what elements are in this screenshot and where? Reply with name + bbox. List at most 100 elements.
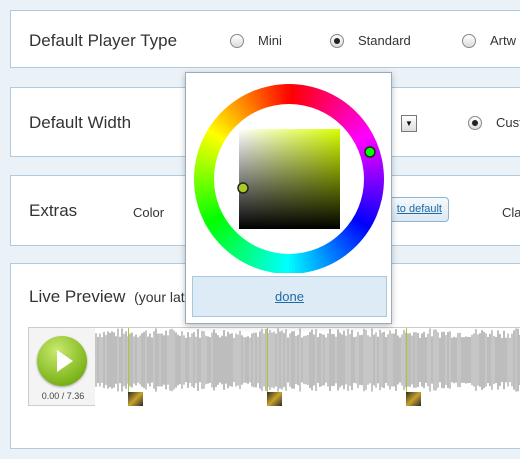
waveform-bar xyxy=(339,332,341,388)
waveform-bar xyxy=(197,329,199,391)
comment-avatar-icon[interactable] xyxy=(406,392,421,406)
player-type-title: Default Player Type xyxy=(29,31,178,50)
waveform-bar xyxy=(453,336,455,384)
comment-avatar-icon[interactable] xyxy=(128,392,143,406)
waveform-graphic xyxy=(95,328,520,392)
color-wheel[interactable] xyxy=(186,73,393,273)
waveform-bar xyxy=(227,331,229,389)
waveform-bar xyxy=(137,337,139,383)
play-button[interactable] xyxy=(37,336,87,386)
waveform-bar xyxy=(295,335,297,385)
waveform-bar xyxy=(133,336,135,384)
waveform-bar xyxy=(287,337,289,383)
width-select-dropdown[interactable]: ▼ xyxy=(401,115,417,132)
waveform-bar xyxy=(357,332,359,388)
waveform-bar xyxy=(225,336,227,384)
waveform-bar xyxy=(369,336,371,384)
width-custom-option[interactable]: Cust xyxy=(468,115,520,130)
waveform-bar xyxy=(305,335,307,385)
player-type-panel: Default Player Type Mini Standard Artw xyxy=(10,10,520,68)
player-type-standard-option[interactable]: Standard xyxy=(330,33,411,48)
waveform-bar xyxy=(191,333,193,387)
waveform-bar xyxy=(455,337,457,383)
waveform-bar xyxy=(289,333,291,387)
radio-mini[interactable] xyxy=(230,33,244,48)
waveform-bar xyxy=(293,331,295,389)
waveform-bar xyxy=(495,336,497,384)
waveform-bar xyxy=(205,335,207,385)
waveform-bar xyxy=(471,334,473,386)
reset-default-button[interactable]: to default xyxy=(389,197,449,222)
waveform-bar xyxy=(195,336,197,384)
waveform-bar xyxy=(439,337,441,383)
waveform-bar xyxy=(505,337,507,383)
comment-avatar-icon[interactable] xyxy=(267,392,282,406)
width-custom-label: Cust xyxy=(496,115,520,130)
radio-custom[interactable] xyxy=(468,115,482,130)
comment-marker-line xyxy=(406,328,407,392)
waveform-bar xyxy=(485,333,487,387)
player-type-artwork-label: Artw xyxy=(490,33,516,48)
player-type-mini-option[interactable]: Mini xyxy=(230,33,282,48)
waveform-bar xyxy=(347,329,349,391)
waveform-bar xyxy=(457,333,459,387)
waveform-bar xyxy=(125,331,127,389)
waveform-bar xyxy=(257,336,259,384)
player-type-artwork-option[interactable]: Artw xyxy=(462,33,516,48)
waveform-bar xyxy=(251,333,253,387)
waveform-bar xyxy=(117,328,119,392)
live-preview-heading: Live Preview (your lat xyxy=(29,287,185,307)
waveform-bar xyxy=(121,328,123,392)
waveform-bar xyxy=(249,337,251,383)
waveform-bar xyxy=(269,330,271,390)
waveform-bar xyxy=(189,337,191,383)
waveform-bar xyxy=(259,331,261,389)
waveform-bar xyxy=(429,328,431,392)
waveform-bar xyxy=(333,334,335,386)
waveform-bar xyxy=(503,330,505,390)
color-label: Color xyxy=(133,205,165,220)
waveform-bar xyxy=(271,332,273,388)
waveform-bar xyxy=(281,330,283,390)
waveform-bar xyxy=(119,336,121,384)
extras-trailing-label: Cla xyxy=(502,205,520,220)
waveform-bar xyxy=(335,336,337,384)
waveform-bar xyxy=(235,333,237,387)
hue-handle[interactable] xyxy=(364,146,376,158)
waveform-bar xyxy=(275,333,277,387)
color-handle[interactable] xyxy=(237,182,249,194)
waveform-bar xyxy=(319,333,321,387)
waveform-bar xyxy=(223,330,225,390)
waveform-bar xyxy=(301,337,303,383)
waveform-bar xyxy=(169,329,171,391)
waveform-bar xyxy=(221,335,223,385)
waveform-bar xyxy=(177,334,179,386)
waveform-bar xyxy=(303,336,305,384)
radio-artwork[interactable] xyxy=(462,33,476,48)
radio-standard[interactable] xyxy=(330,33,344,48)
waveform-bar xyxy=(309,332,311,388)
waveform-bar xyxy=(183,335,185,385)
waveform-bar xyxy=(187,332,189,388)
waveform-bar xyxy=(465,336,467,384)
live-preview-title: Live Preview xyxy=(29,287,126,306)
waveform-bar xyxy=(217,335,219,385)
waveform-bar xyxy=(229,333,231,387)
waveform-bar xyxy=(507,333,509,387)
waveform-bar xyxy=(161,333,163,387)
waveform-bar xyxy=(239,330,241,390)
waveform-bar xyxy=(501,337,503,383)
waveform-bar xyxy=(427,333,429,387)
done-button[interactable]: done xyxy=(192,276,387,317)
waveform-bar xyxy=(343,330,345,390)
waveform-bar xyxy=(141,333,143,387)
waveform-bar xyxy=(139,335,141,385)
waveform-bar xyxy=(313,334,315,386)
waveform-bar xyxy=(515,328,517,392)
waveform-bar xyxy=(391,333,393,387)
waveform-bar xyxy=(175,332,177,388)
waveform-bar xyxy=(129,333,131,387)
waveform[interactable] xyxy=(95,328,520,406)
waveform-bar xyxy=(255,332,257,388)
waveform-bar xyxy=(459,332,461,388)
